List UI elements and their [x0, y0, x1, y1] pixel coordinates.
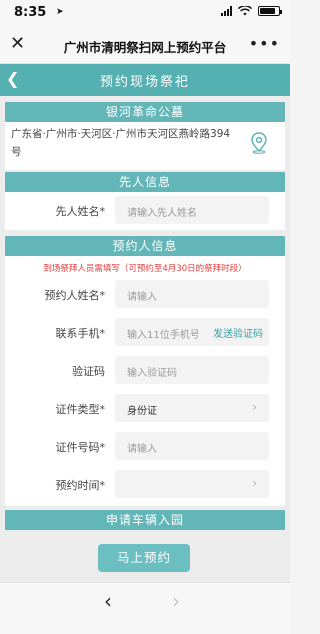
status-bar: 8:35 ➤ [0, 0, 290, 26]
submit-button[interactable]: 马上预约 [98, 544, 190, 572]
deceased-name-row: 先人姓名* 请输入先人姓名 [5, 192, 285, 230]
required-star: * [99, 403, 106, 416]
required-star: * [99, 441, 106, 454]
deceased-name-label: 先人姓名 [55, 205, 100, 218]
send-code-button[interactable]: 发送验证码 [213, 325, 263, 340]
booking-time-select[interactable]: › [115, 470, 269, 498]
required-star: * [99, 327, 106, 340]
wifi-icon [238, 6, 252, 16]
wechat-title-bar: ✕ 广州市清明祭扫网上预约平台 ••• [0, 26, 290, 64]
address-panel: 广东省·广州市·天河区·广州市天河区燕岭路394号 [5, 122, 285, 170]
form-content[interactable]: 银河革命公墓 广东省·广州市·天河区·广州市天河区燕岭路394号 先人信息 先人… [0, 96, 290, 534]
id-type-select[interactable]: 身份证 › [115, 394, 269, 422]
booker-name-placeholder: 请输入 [127, 292, 157, 303]
wechat-page-title: 广州市清明祭扫网上预约平台 [63, 40, 227, 55]
id-number-placeholder: 请输入 [127, 444, 157, 455]
signal-icon [221, 6, 232, 16]
cemetery-name: 银河革命公墓 [5, 102, 285, 122]
booker-name-label: 预约人姓名 [44, 289, 100, 302]
booking-time-label: 预约时间 [55, 479, 100, 492]
booker-name-row: 预约人姓名* 请输入 [5, 276, 285, 314]
deceased-section-title: 先人信息 [5, 172, 285, 192]
location-arrow-icon: ➤ [56, 7, 64, 17]
cemetery-address: 广东省·广州市·天河区·广州市天河区燕岭路394号 [11, 128, 231, 158]
id-number-input[interactable]: 请输入 [115, 432, 269, 460]
phone-input[interactable]: 输入11位手机号 发送验证码 [115, 318, 269, 346]
required-star: * [99, 479, 106, 492]
required-star: * [99, 289, 106, 302]
id-type-row: 证件类型* 身份证 › [5, 390, 285, 428]
phone-placeholder: 输入11位手机号 [127, 330, 200, 341]
browser-nav-bar: ‹ › [0, 582, 290, 634]
battery-icon [258, 6, 282, 16]
id-type-value: 身份证 [127, 406, 157, 417]
booker-name-input[interactable]: 请输入 [115, 280, 269, 308]
app-header: ❮ 预约现场祭祀 [0, 64, 290, 96]
booking-time-row: 预约时间* › [5, 466, 285, 504]
id-number-row: 证件号码* 请输入 [5, 428, 285, 466]
required-star: * [99, 205, 106, 218]
action-bar: 马上预约 [0, 534, 290, 582]
status-icons [221, 6, 282, 16]
code-input[interactable]: 输入验证码 [115, 356, 269, 384]
page-title: 预约现场祭祀 [99, 75, 190, 90]
deceased-name-input[interactable]: 请输入先人姓名 [115, 196, 269, 224]
code-row: 验证码 输入验证码 [5, 352, 285, 390]
booking-notice: 到场祭拜人员需填写（可预约至4月30日的祭拜时段） [43, 264, 247, 274]
code-placeholder: 输入验证码 [127, 368, 177, 379]
battery-level [260, 8, 276, 14]
id-number-label: 证件号码 [55, 441, 100, 454]
status-time: 8:35 [14, 5, 47, 20]
phone-row: 联系手机* 输入11位手机号 发送验证码 [5, 314, 285, 352]
back-arrow-icon[interactable]: ‹ [104, 589, 112, 613]
id-type-label: 证件类型 [55, 403, 100, 416]
booker-section-title: 预约人信息 [5, 236, 285, 256]
chevron-right-icon: › [252, 400, 257, 414]
phone-label: 联系手机 [55, 327, 100, 340]
close-icon[interactable]: ✕ [10, 35, 25, 53]
chevron-right-icon: › [252, 476, 257, 490]
forward-arrow-icon[interactable]: › [172, 589, 180, 613]
vehicle-section-title[interactable]: 申请车辆入园 [5, 510, 285, 530]
more-dots-icon[interactable]: ••• [249, 34, 280, 53]
deceased-name-placeholder: 请输入先人姓名 [127, 208, 197, 219]
code-label: 验证码 [72, 365, 105, 378]
location-pin-icon[interactable] [249, 132, 269, 154]
